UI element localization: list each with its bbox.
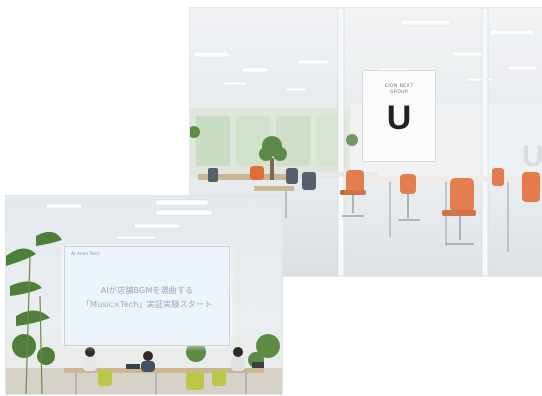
sign-logo-letter: U [386,99,412,137]
screen-title-line2: 「Music×Tech」実証実験スタート [81,299,213,309]
screen-title-line1: AIが店舗BGMを選曲する [100,285,194,295]
screen-brand-label: AI Aeon Tech [71,252,100,257]
glass-door-sign: EION NEXT GROUP U [362,70,436,162]
sign-text-line2: GROUP [389,90,409,95]
projection-screen: AI Aeon Tech AIが店舗BGMを選曲する 「Music×Tech」実… [64,246,230,346]
presentation-photo: AI Aeon Tech AIが店舗BGMを選曲する 「Music×Tech」実… [6,196,282,394]
